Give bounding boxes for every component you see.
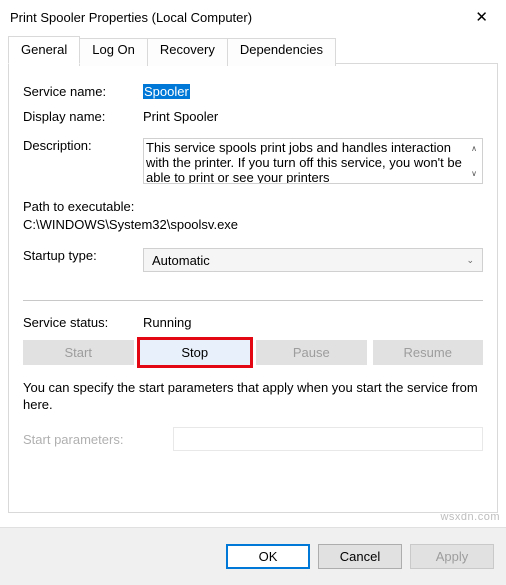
startup-type-select[interactable]: Automatic ⌄ [143,248,483,272]
label-path: Path to executable: [23,198,483,216]
start-params-input [173,427,483,451]
label-display-name: Display name: [23,109,143,124]
description-text: This service spools print jobs and handl… [146,140,482,184]
ok-button[interactable]: OK [226,544,310,569]
value-path: C:\WINDOWS\System32\spoolsv.exe [23,216,483,234]
resume-button: Resume [373,340,484,365]
scroll-up-icon[interactable]: ∧ [471,141,477,156]
tab-general[interactable]: General [8,36,80,64]
description-box: This service spools print jobs and handl… [143,138,483,184]
stop-button[interactable]: Stop [140,340,251,365]
chevron-down-icon: ⌄ [466,255,474,266]
dialog-footer: OK Cancel Apply [0,527,506,585]
pause-button: Pause [256,340,367,365]
tab-recovery[interactable]: Recovery [147,38,228,66]
label-description: Description: [23,138,143,153]
startup-type-value: Automatic [152,253,210,268]
scroll-down-icon[interactable]: ∨ [471,166,477,181]
title-bar: Print Spooler Properties (Local Computer… [0,0,506,32]
value-service-name: Spooler [143,84,483,99]
service-control-buttons: Start Stop Pause Resume [23,340,483,365]
label-service-status: Service status: [23,315,143,330]
label-startup-type: Startup type: [23,248,143,263]
close-icon[interactable]: ✕ [469,8,494,26]
tab-dependencies[interactable]: Dependencies [227,38,336,66]
divider [23,300,483,301]
start-button: Start [23,340,134,365]
service-name-highlight[interactable]: Spooler [143,84,190,99]
tab-strip: General Log On Recovery Dependencies [8,36,498,64]
start-params-note: You can specify the start parameters tha… [23,379,483,413]
label-start-params: Start parameters: [23,432,173,447]
window-title: Print Spooler Properties (Local Computer… [10,10,252,25]
label-service-name: Service name: [23,84,143,99]
dialog-body: General Log On Recovery Dependencies Ser… [0,32,506,513]
tab-panel-general: Service name: Spooler Display name: Prin… [8,63,498,513]
value-display-name: Print Spooler [143,109,483,124]
value-service-status: Running [143,315,483,330]
cancel-button[interactable]: Cancel [318,544,402,569]
tab-log-on[interactable]: Log On [79,38,148,66]
description-scrollbar[interactable]: ∧ ∨ [466,139,482,183]
apply-button: Apply [410,544,494,569]
